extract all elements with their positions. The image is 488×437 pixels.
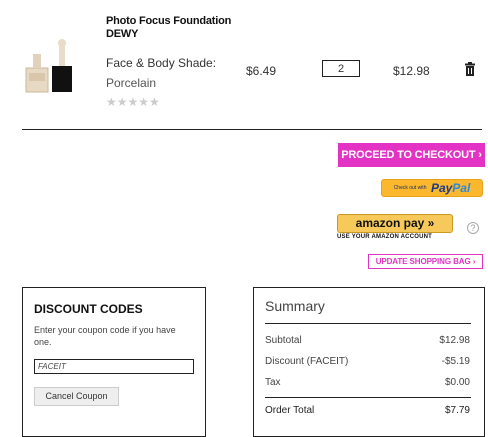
rating-stars: ★★★★★ (106, 95, 160, 109)
divider (22, 129, 482, 130)
update-shopping-bag-button[interactable]: UPDATE SHOPPING BAG › (368, 254, 483, 269)
coupon-code-input[interactable] (34, 359, 194, 374)
trash-icon[interactable] (464, 62, 476, 76)
summary-row-value: -$5.19 (441, 356, 470, 367)
quantity-input[interactable] (322, 60, 360, 77)
amazon-pay-button[interactable]: amazon pay » (337, 214, 453, 233)
summary-row-label: Tax (265, 377, 281, 388)
cancel-coupon-button[interactable]: Cancel Coupon (34, 387, 119, 406)
help-icon[interactable]: ? (467, 222, 479, 234)
paypal-pal-text: Pal (452, 181, 471, 195)
discount-title: DISCOUNT CODES (34, 302, 143, 316)
summary-row-value: $0.00 (444, 377, 470, 388)
paypal-checkout-button[interactable]: Check out with PayPal (381, 179, 483, 197)
product-thumbnail[interactable] (22, 38, 74, 93)
proceed-to-checkout-button[interactable]: PROCEED TO CHECKOUT › (338, 143, 485, 167)
summary-row-label: Discount (FACEIT) (265, 356, 349, 367)
summary-row-label: Subtotal (265, 335, 302, 346)
paypal-small-label: Check out with (393, 185, 427, 191)
summary-title: Summary (265, 298, 325, 314)
foundation-bottle-icon (25, 39, 72, 93)
amazon-pay-subtext: USE YOUR AMAZON ACCOUNT (337, 234, 433, 240)
order-total-label: Order Total (265, 405, 315, 416)
product-name[interactable]: Photo Focus Foundation DEWY (106, 15, 236, 41)
shade-value: Porcelain (106, 76, 157, 90)
order-total-value: $7.79 (444, 405, 470, 416)
shade-label: Face & Body Shade: (106, 56, 217, 70)
summary-divider (265, 397, 471, 398)
item-subtotal: $12.98 (393, 64, 430, 78)
summary-row-value: $12.98 (439, 335, 470, 346)
unit-price: $6.49 (246, 64, 277, 78)
summary-divider (265, 323, 471, 324)
discount-help-text: Enter your coupon code if you have one. (34, 325, 176, 347)
paypal-pay-text: Pay (430, 181, 453, 195)
